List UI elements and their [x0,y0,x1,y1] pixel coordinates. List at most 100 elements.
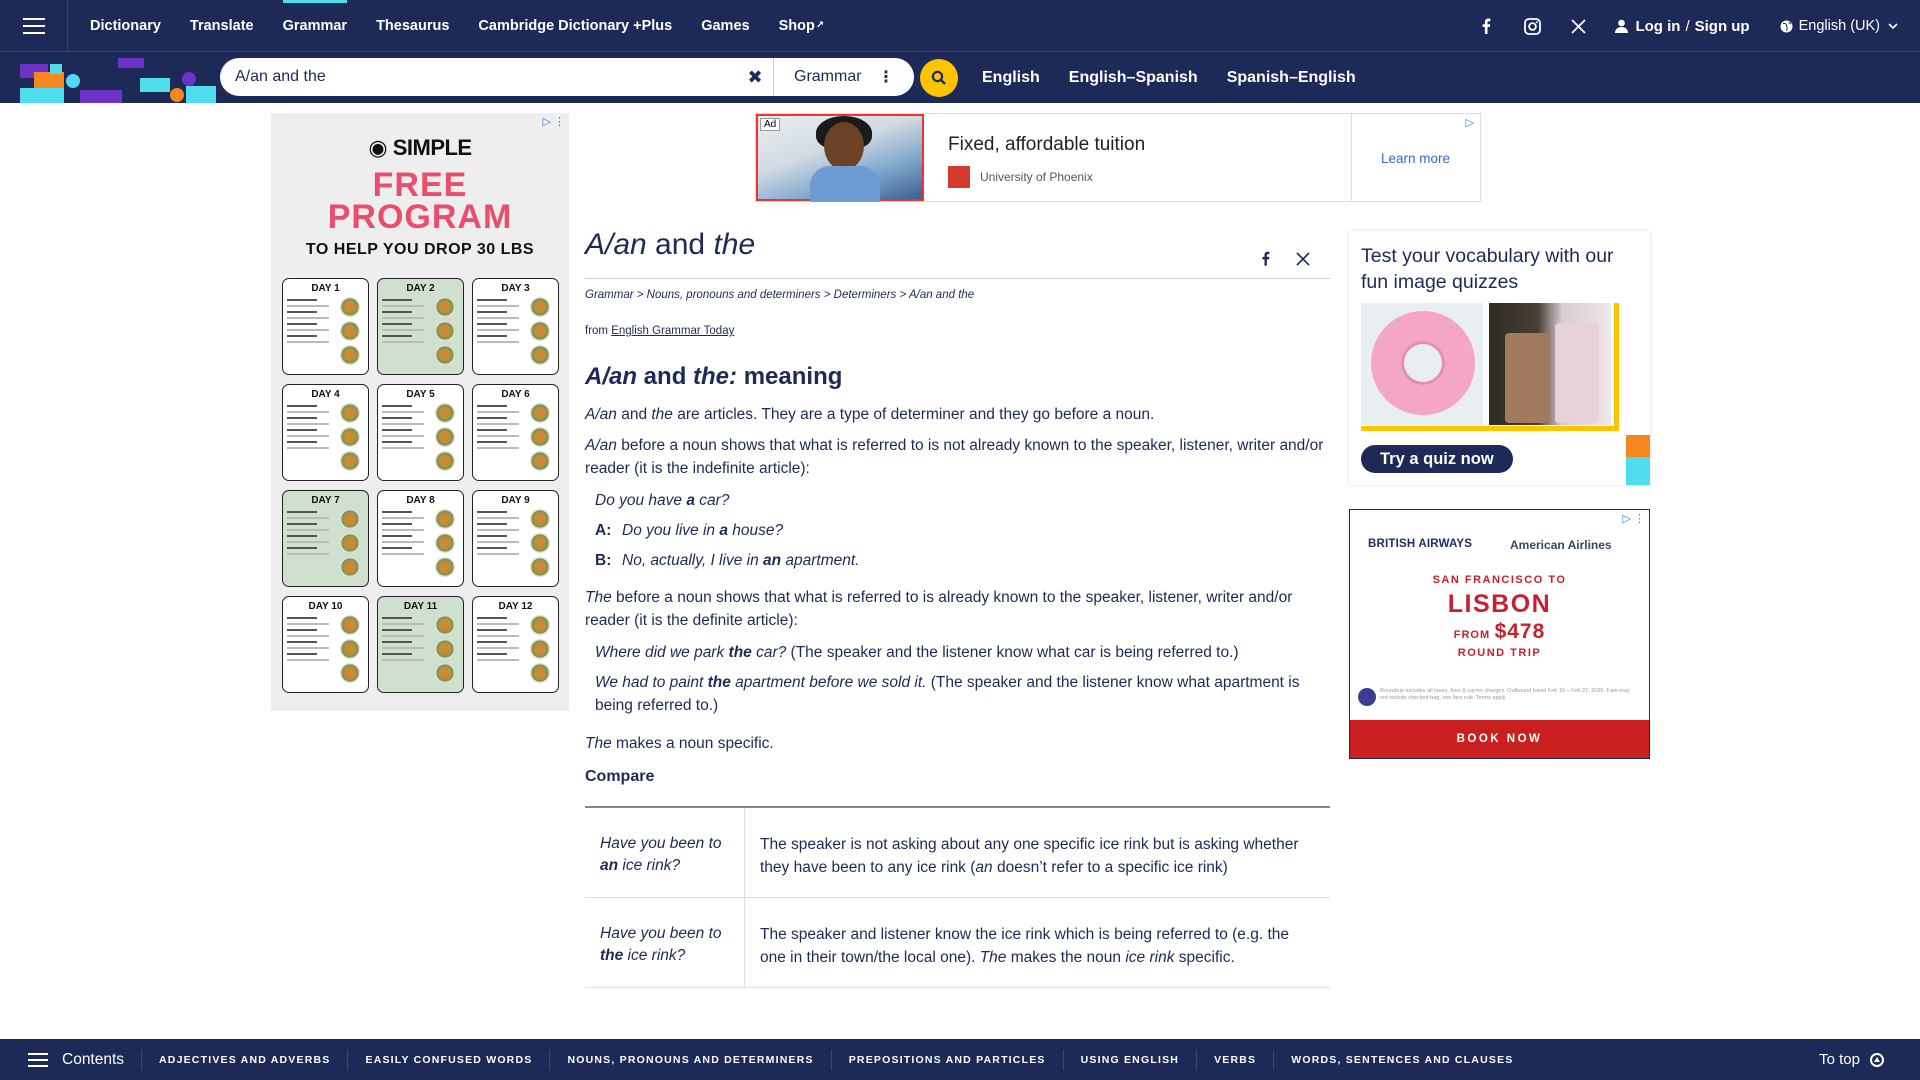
category-words-sentences[interactable]: WORDS, SENTENCES AND CLAUSES [1273,1049,1530,1070]
airline-advertisement[interactable]: ▷ ⋮ BRITISH AIRWAYS American Airlines SA… [1349,509,1650,759]
day-card: DAY 2 [377,278,464,375]
nav-games[interactable]: Games [701,0,749,52]
ad-choices-icon[interactable]: ▷ [1466,116,1474,129]
text: before a noun shows that what is referre… [585,437,1324,477]
menu-button[interactable] [0,0,68,52]
bottom-bar: Contents ADJECTIVES AND ADVERBS EASILY C… [0,1039,1920,1080]
text-em: The [585,735,612,752]
nav-thesaurus[interactable]: Thesaurus [376,0,449,52]
ad-divider [1351,114,1352,201]
login-separator: / [1685,17,1690,35]
share-facebook-icon[interactable] [1261,240,1270,274]
category-using-english[interactable]: USING ENGLISH [1062,1049,1196,1070]
text-em: A/an [585,406,617,423]
breadcrumb[interactable]: Grammar > Nouns, pronouns and determiner… [585,289,1330,301]
title-part: the [713,228,756,261]
example-bold: the [728,644,752,661]
arrow-up-icon [1870,1052,1884,1067]
text: makes a noun specific. [611,735,774,752]
day-label: DAY 11 [403,601,438,612]
ad-fine-print: Roundtrip includes all taxes, fees & car… [1380,688,1630,701]
category-prepositions[interactable]: PREPOSITIONS AND PARTICLES [830,1049,1063,1070]
table-row: Have you been to an ice rink? The speake… [585,808,1330,898]
ad-city: LISBON [1447,590,1552,618]
search-input[interactable]: A/an and the [220,68,737,86]
title-part: A/an [585,228,647,261]
example-text: apartment. [781,552,860,569]
to-top-button[interactable]: To top [1819,1039,1884,1080]
heading-part: A/an [585,363,638,390]
example-text: Do you live in [622,522,720,539]
cell-bold: the [600,947,624,964]
dictionary-links: English English–Spanish Spanish–English [982,52,1356,103]
nav-shop[interactable]: Shop ↗ [779,0,825,52]
share-x-icon[interactable] [1296,240,1310,274]
example-bold: a [719,522,728,539]
quiz-promo[interactable]: Test your vocabulary with our fun image … [1349,231,1650,485]
login-link[interactable]: Log in [1635,18,1680,35]
learn-more-link[interactable]: Learn more [1381,151,1450,166]
category-verbs[interactable]: VERBS [1196,1049,1273,1070]
dict-english[interactable]: English [982,69,1040,87]
speaker-label: B: [595,552,612,569]
source-link[interactable]: English Grammar Today [611,325,734,337]
paragraph: The makes a noun specific. [585,732,1330,755]
ad-brand: ◉ SIMPLE [368,135,472,160]
user-icon [1615,19,1629,33]
dict-english-spanish[interactable]: English–Spanish [1069,69,1198,87]
compare-table: Have you been to an ice rink? The speake… [585,806,1330,988]
x-icon[interactable] [1555,18,1601,34]
decoration [1626,457,1650,485]
search-button[interactable] [920,59,958,97]
ad-headline-2: PROGRAM [327,198,513,236]
example-bold: the [707,674,731,691]
category-nouns-pronouns[interactable]: NOUNS, PRONOUNS AND DETERMINERS [549,1049,830,1070]
ad-choices-icon[interactable]: ▷ ⋮ [542,115,565,128]
signup-link[interactable]: Sign up [1695,18,1750,35]
chevron-down-icon [1888,23,1898,29]
ad-price-value: $478 [1494,620,1546,643]
nav-plus[interactable]: Cambridge Dictionary +Plus [478,0,672,52]
example: We had to paint the apartment before we … [595,671,1330,717]
source: from English Grammar Today [585,325,1330,337]
cambridge-logo[interactable] [20,58,216,103]
table-cell-explanation: The speaker and listener know the ice ri… [745,898,1330,987]
category-adjectives-adverbs[interactable]: ADJECTIVES AND ADVERBS [141,1049,347,1070]
clear-search-icon[interactable]: ✖ [737,67,773,88]
example-bold: a [686,492,695,509]
example: B: No, actually, I live in an apartment. [595,549,1330,572]
language-selector[interactable]: English (UK) [1780,18,1898,34]
try-quiz-button[interactable]: Try a quiz now [1361,445,1513,473]
globe-icon [1780,20,1793,32]
ad-choices-icon[interactable]: ▷ ⋮ [1622,512,1645,525]
dict-spanish-english[interactable]: Spanish–English [1227,69,1356,87]
ad-tag: Ad [760,118,781,131]
nav-shop-label: Shop [778,17,815,34]
left-advertisement[interactable]: ▷ ⋮ ◉ SIMPLE FREE PROGRAM TO HELP YOU DRO… [271,113,569,711]
table-cell-question: Have you been to the ice rink? [585,898,745,987]
nav-dictionary[interactable]: Dictionary [90,0,161,52]
login-signup[interactable]: Log in / Sign up [1615,17,1750,35]
category-confused-words[interactable]: EASILY CONFUSED WORDS [347,1049,549,1070]
language-label: English (UK) [1798,18,1880,34]
search-scope-dropdown[interactable]: Grammar ⋮ [774,67,914,87]
cell-text: Have you been to [600,835,726,852]
nav-grammar[interactable]: Grammar [282,0,348,52]
article: A/an and the Grammar > Nouns, pronouns a… [585,228,1330,988]
milkshake-image [1489,303,1611,425]
ad-price: FROM $478 [1350,620,1649,644]
cell-em: ice rink [1125,949,1175,966]
instagram-icon[interactable] [1509,17,1555,35]
day-card: DAY 10 [282,596,369,693]
book-now-button[interactable]: BOOK NOW [1350,720,1649,758]
contents-button[interactable]: Contents [0,1051,141,1069]
text: before a noun shows that what is referre… [585,589,1293,629]
nav-translate[interactable]: Translate [190,0,254,52]
cell-text: ice rink? [618,857,681,874]
top-advertisement[interactable]: Ad Fixed, affordable tuition University … [755,113,1481,202]
search-scope-label: Grammar [794,68,862,85]
day-label: DAY 7 [311,495,340,506]
day-card: DAY 3 [472,278,559,375]
facebook-icon[interactable] [1463,18,1509,34]
day-card: DAY 6 [472,384,559,481]
